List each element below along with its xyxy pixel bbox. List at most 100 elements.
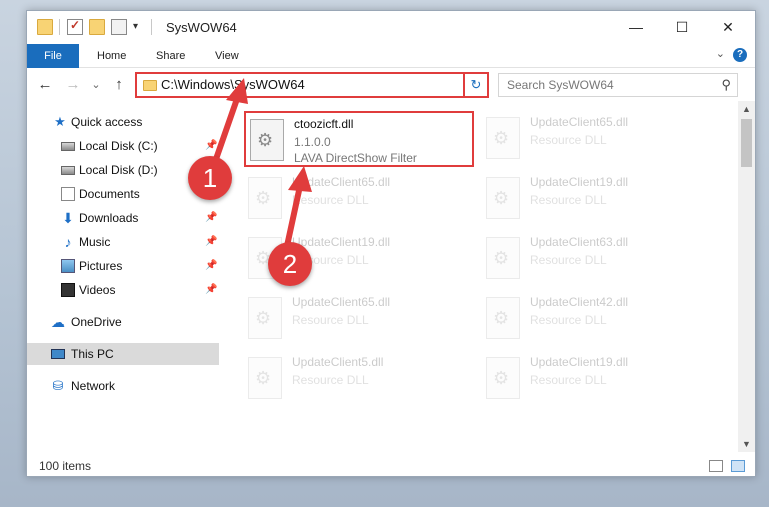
pin-icon[interactable]: 📌: [205, 207, 217, 229]
tab-home[interactable]: Home: [97, 44, 126, 68]
pin-icon[interactable]: 📌: [205, 135, 217, 157]
star-icon: ★: [54, 114, 66, 129]
file-version: 1.1.0.0: [294, 135, 331, 149]
large-icons-view-icon[interactable]: [731, 460, 745, 472]
documents-icon: [61, 187, 75, 201]
refresh-button[interactable]: ↻: [463, 72, 489, 98]
back-button[interactable]: ←: [35, 75, 55, 95]
address-bar[interactable]: C:\Windows\SysWOW64 ⌄: [135, 72, 483, 98]
file-item[interactable]: UpdateClient65.dll Resource DLL: [244, 291, 474, 347]
file-description: Resource DLL: [530, 373, 607, 387]
sidebar-item-label: Videos: [79, 283, 116, 297]
recent-locations-button[interactable]: ⌄: [89, 75, 103, 95]
file-description: Resource DLL: [292, 193, 369, 207]
pin-icon[interactable]: 📌: [205, 255, 217, 277]
sidebar-item-downloads[interactable]: ⬇ Downloads 📌: [27, 207, 219, 229]
search-icon[interactable]: ⚲: [721, 77, 731, 93]
properties-icon[interactable]: [67, 18, 83, 35]
minimize-button[interactable]: —: [613, 11, 659, 43]
dll-file-icon: [248, 357, 282, 399]
sidebar-item-label: Local Disk (C:): [79, 139, 158, 153]
sidebar-item-pictures[interactable]: Pictures 📌: [27, 255, 219, 277]
drive-icon: [61, 142, 75, 151]
scroll-down-button[interactable]: ▼: [738, 436, 755, 452]
help-icon[interactable]: ?: [733, 48, 747, 62]
file-item[interactable]: UpdateClient42.dll Resource DLL: [482, 291, 712, 347]
scroll-thumb[interactable]: [741, 119, 752, 167]
chevron-down-icon[interactable]: ▾: [133, 19, 149, 35]
file-description: Resource DLL: [292, 313, 369, 327]
file-item[interactable]: UpdateClient65.dll Resource DLL: [482, 111, 712, 167]
sidebar-item-label: Local Disk (D:): [79, 163, 158, 177]
folder-icon: [143, 80, 157, 91]
sidebar-item-local-disk-c[interactable]: Local Disk (C:) 📌: [27, 135, 219, 157]
file-item[interactable]: UpdateClient63.dll Resource DLL: [482, 231, 712, 287]
vertical-scrollbar[interactable]: ▲ ▼: [738, 101, 755, 452]
file-name: UpdateClient65.dll: [292, 175, 391, 189]
navigation-bar: ← → ⌄ ↑ C:\Windows\SysWOW64 ⌄ ↻ Search S…: [27, 69, 755, 101]
sidebar-item-onedrive[interactable]: ☁ OneDrive: [27, 311, 219, 333]
computer-icon: [51, 349, 65, 359]
sidebar-item-quick-access[interactable]: ★ Quick access: [27, 111, 219, 133]
tab-share[interactable]: Share: [156, 44, 185, 68]
download-icon: ⬇: [62, 210, 74, 226]
network-icon: ⛁: [52, 378, 64, 393]
dll-file-icon: [486, 117, 520, 159]
file-name: UpdateClient19.dll: [292, 235, 391, 249]
sidebar-item-network[interactable]: ⛁ Network: [27, 375, 219, 397]
new-folder-icon[interactable]: [89, 19, 105, 35]
details-view-icon[interactable]: [709, 460, 723, 472]
navigation-pane: ★ Quick access Local Disk (C:) 📌 Local D…: [27, 107, 219, 452]
cloud-icon: ☁: [51, 314, 65, 330]
search-input[interactable]: Search SysWOW64 ⚲: [498, 73, 738, 97]
customize-icon[interactable]: [111, 19, 127, 35]
forward-button[interactable]: →: [63, 75, 83, 95]
sidebar-item-label: Documents: [79, 187, 140, 201]
file-item-ctoozicft[interactable]: ctoozicft.dll 1.1.0.0 LAVA DirectShow Fi…: [244, 111, 474, 167]
divider: [59, 19, 60, 35]
sidebar-item-label: Pictures: [79, 259, 123, 273]
file-item[interactable]: UpdateClient5.dll Resource DLL: [244, 351, 474, 407]
file-name: UpdateClient42.dll: [530, 295, 629, 309]
sidebar-item-videos[interactable]: Videos 📌: [27, 279, 219, 301]
folder-icon[interactable]: [37, 19, 53, 35]
sidebar-item-label: Network: [71, 379, 116, 393]
sidebar-item-music[interactable]: ♪ Music 📌: [27, 231, 219, 253]
tab-view[interactable]: View: [215, 44, 239, 68]
dll-file-icon: [250, 119, 284, 161]
step-badge-1: 1: [188, 156, 232, 200]
pin-icon[interactable]: 📌: [205, 279, 217, 301]
ribbon-expand-icon[interactable]: ⌄: [716, 47, 725, 60]
file-description: Resource DLL: [530, 133, 607, 147]
file-name: UpdateClient65.dll: [530, 115, 629, 129]
pin-icon[interactable]: 📌: [205, 231, 217, 253]
sidebar-item-this-pc[interactable]: This PC: [27, 343, 219, 365]
pictures-icon: [61, 259, 75, 273]
search-placeholder: Search SysWOW64: [507, 78, 614, 92]
file-description: Resource DLL: [530, 313, 607, 327]
file-item[interactable]: UpdateClient19.dll Resource DLL: [482, 171, 712, 227]
explorer-window: ▾ SysWOW64 — ☐ ✕ File Home Share View ⌄ …: [26, 10, 756, 477]
title-bar: ▾ SysWOW64 — ☐ ✕: [27, 11, 755, 44]
maximize-button[interactable]: ☐: [659, 11, 705, 43]
scroll-up-button[interactable]: ▲: [738, 101, 755, 117]
tab-file[interactable]: File: [27, 44, 79, 68]
divider: [151, 19, 152, 35]
music-icon: ♪: [64, 234, 72, 250]
file-name: ctoozicft.dll: [294, 117, 354, 131]
file-description: Resource DLL: [530, 253, 607, 267]
drive-icon: [61, 166, 75, 175]
ribbon-tabs: File Home Share View ⌄ ?: [27, 44, 755, 68]
up-button[interactable]: ↑: [109, 75, 129, 95]
close-button[interactable]: ✕: [705, 11, 751, 43]
file-name: UpdateClient19.dll: [530, 355, 629, 369]
address-path[interactable]: C:\Windows\SysWOW64: [161, 77, 305, 92]
file-item[interactable]: UpdateClient65.dll Resource DLL: [244, 171, 474, 227]
dll-file-icon: [248, 177, 282, 219]
status-bar: 100 items: [27, 454, 755, 476]
sidebar-item-label: This PC: [71, 347, 114, 361]
dll-file-icon: [486, 297, 520, 339]
dll-file-icon: [486, 357, 520, 399]
file-item[interactable]: UpdateClient19.dll Resource DLL: [482, 351, 712, 407]
file-name: UpdateClient5.dll: [292, 355, 384, 369]
